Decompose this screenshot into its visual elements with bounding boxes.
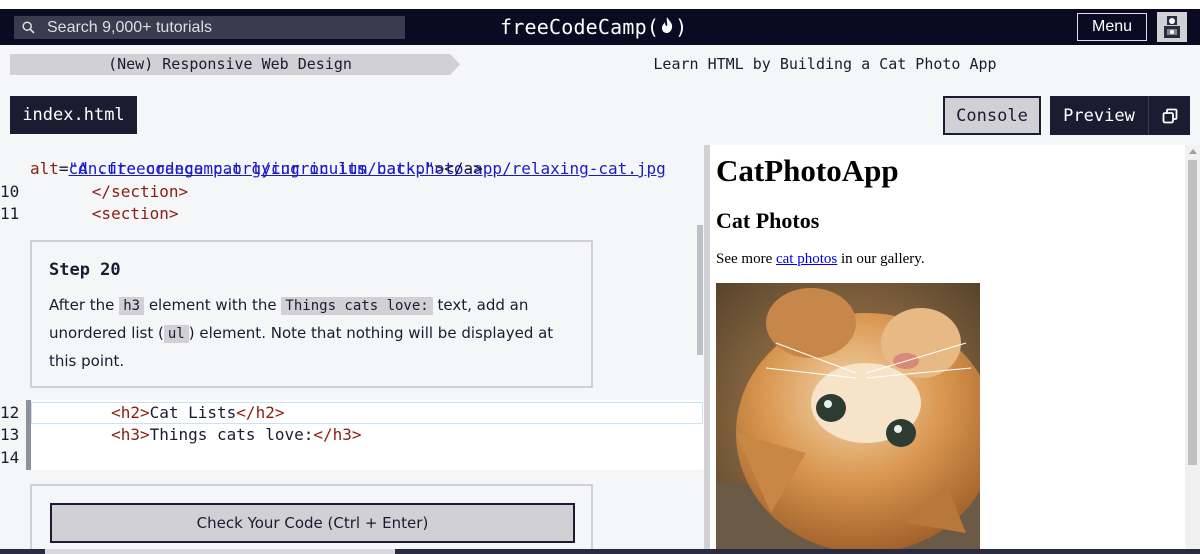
- console-button[interactable]: Console: [943, 96, 1041, 135]
- step-description: Step 20 After the h3 element with the Th…: [30, 240, 593, 388]
- scroll-up-icon[interactable]: [1189, 149, 1197, 154]
- bottom-scrollbar-thumb[interactable]: [45, 549, 395, 554]
- line-number: 13: [0, 425, 20, 444]
- code-line: <section>: [91, 204, 179, 223]
- code-line[interactable]: <h2>Cat Lists</h2>: [34, 402, 284, 424]
- user-avatar-icon: [1164, 16, 1180, 38]
- brand-logo[interactable]: freeCodeCamp( ): [500, 15, 687, 39]
- code-editor[interactable]: cdn.freecodecamp.org/curriculum/cat-phot…: [0, 145, 704, 554]
- cat-photos-link[interactable]: cat photos: [776, 251, 837, 267]
- search-box[interactable]: [14, 16, 405, 39]
- cat-photo[interactable]: [716, 283, 980, 549]
- breadcrumb: (New) Responsive Web Design Learn HTML b…: [0, 45, 1200, 87]
- check-code-button[interactable]: Check Your Code (Ctrl + Enter): [50, 503, 575, 543]
- preview-paragraph: See more cat photos in our gallery.: [716, 251, 925, 267]
- avatar[interactable]: [1157, 12, 1187, 42]
- line-number: 10: [0, 182, 20, 201]
- action-row: Check Your Code (Ctrl + Enter): [30, 484, 593, 554]
- inline-code: h3: [119, 297, 145, 315]
- popout-button[interactable]: [1148, 96, 1190, 135]
- code-line-url: cdn.freecodecamp.org/curriculum/cat-phot…: [30, 145, 666, 178]
- menu-button[interactable]: Menu: [1077, 13, 1147, 41]
- search-input[interactable]: [44, 18, 394, 37]
- top-nav: freeCodeCamp( ) Menu: [0, 9, 1200, 45]
- line-number: 11: [0, 204, 20, 223]
- line-number: 12: [0, 403, 20, 422]
- breadcrumb-course[interactable]: (New) Responsive Web Design: [10, 54, 460, 75]
- preview-scrollbar[interactable]: [1185, 145, 1200, 549]
- search-icon: [14, 16, 44, 39]
- inline-code: ul: [163, 325, 189, 343]
- tab-index-html[interactable]: index.html: [10, 96, 137, 134]
- preview-subheading: Cat Photos: [716, 208, 820, 233]
- inline-code: Things cats love:: [281, 297, 433, 315]
- preview-heading: CatPhotoApp: [716, 153, 899, 188]
- editor-toolbar: index.html Console Preview: [0, 87, 1200, 145]
- code-line-alt: alt="A cute orange cat lying on its back…: [30, 159, 483, 178]
- preview-button[interactable]: Preview: [1050, 96, 1148, 135]
- line-number: 14: [0, 448, 20, 467]
- preview-pane: CatPhotoApp Cat Photos See more cat phot…: [710, 145, 1185, 549]
- code-line: </section>: [91, 182, 189, 201]
- code-line[interactable]: <h3>Things cats love:</h3>: [34, 424, 361, 446]
- external-window-icon: [1162, 108, 1177, 123]
- flame-icon: [660, 15, 674, 39]
- breadcrumb-project[interactable]: Learn HTML by Building a Cat Photo App: [460, 54, 1190, 75]
- editor-scrollbar[interactable]: [697, 225, 703, 355]
- breadcrumb-course-label: (New) Responsive Web Design: [108, 55, 352, 73]
- brand-text-right: ): [675, 15, 688, 39]
- scroll-thumb[interactable]: [1188, 160, 1197, 465]
- step-text: After the h3 element with the Things cat…: [49, 296, 554, 370]
- brand-text-left: freeCodeCamp(: [500, 15, 660, 39]
- step-title: Step 20: [49, 260, 121, 280]
- top-strip: [0, 0, 1200, 9]
